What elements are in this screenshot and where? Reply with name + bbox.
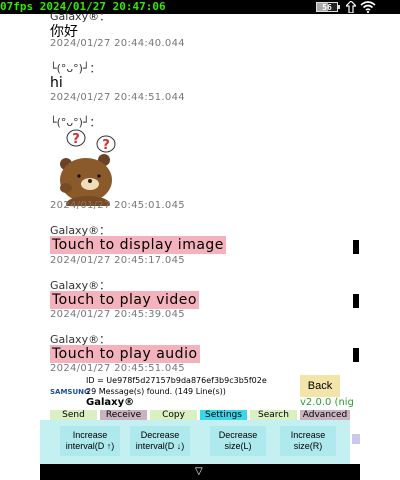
scroll-marker: [352, 434, 360, 444]
button-line: Increase: [290, 430, 326, 440]
scroll-marker: [353, 240, 359, 254]
tab-copy[interactable]: Copy: [150, 410, 197, 420]
tab-bar: Send Receive Copy Settings Search Advanc…: [50, 410, 350, 420]
battery-level: 56: [322, 3, 332, 12]
display-image-link[interactable]: Touch to display image: [50, 236, 226, 254]
search-result-count: 29 Message(s) found. (149 Line(s)): [86, 387, 226, 396]
samsung-logo: SAMSUNG: [50, 388, 90, 396]
button-line: Decrease: [218, 430, 258, 440]
decrease-size-button[interactable]: Decrease size(L): [210, 426, 266, 456]
charging-arrow-icon: [346, 1, 356, 13]
tab-receive[interactable]: Receive: [100, 410, 147, 420]
button-line: Increase: [72, 430, 108, 440]
svg-text:?: ?: [102, 138, 110, 153]
message-time: 2024/01/27 20:45:17.045: [50, 255, 185, 266]
message-time: 2024/01/27 20:44:40.044: [50, 38, 185, 49]
back-button[interactable]: Back: [300, 375, 340, 397]
chat-name: Galaxy®: [86, 397, 135, 408]
button-line: Decrease: [140, 430, 180, 440]
decrease-interval-button[interactable]: Decrease interval(D ↓): [130, 426, 190, 456]
increase-interval-button[interactable]: Increase interval(D ↑): [60, 426, 120, 456]
chat-id: ID = Ue978f5d27157b9da876ef3b9c3b5f02e: [86, 376, 267, 385]
nav-down-triangle-icon[interactable]: ▽: [195, 465, 203, 479]
message-time: 2024/01/27 20:45:51.045: [50, 363, 185, 374]
wifi-icon: [360, 1, 376, 13]
message-time: 2024/01/27 20:44:51.044: [50, 92, 185, 103]
message-time: 2024/01/27 20:45:01.045: [50, 200, 185, 211]
message-time: 2024/01/27 20:45:39.045: [50, 309, 185, 320]
tab-advanced[interactable]: Advanced: [300, 410, 350, 420]
tab-search[interactable]: Search: [250, 410, 297, 420]
svg-text:?: ?: [72, 132, 80, 147]
scroll-marker: [353, 294, 359, 308]
play-audio-link[interactable]: Touch to play audio: [50, 345, 200, 363]
button-line: interval(D ↓): [135, 441, 185, 451]
bear-sticker-icon[interactable]: ? ?: [52, 126, 122, 206]
version-label: v2.0.0 (nig: [300, 397, 354, 408]
button-line: size(L): [224, 441, 252, 451]
battery-icon: 56: [316, 2, 338, 12]
message-text: hi: [50, 75, 63, 91]
button-line: interval(D ↑): [65, 441, 115, 451]
scroll-marker: [353, 348, 359, 362]
tab-send[interactable]: Send: [50, 410, 97, 420]
button-line: size(R): [293, 441, 323, 451]
message-sender: └(°ᴗ°)┘：: [50, 62, 101, 75]
play-video-link[interactable]: Touch to play video: [50, 291, 199, 309]
tab-settings[interactable]: Settings: [200, 410, 247, 420]
increase-size-button[interactable]: Increase size(R): [280, 426, 336, 456]
battery-tip: [338, 5, 340, 9]
